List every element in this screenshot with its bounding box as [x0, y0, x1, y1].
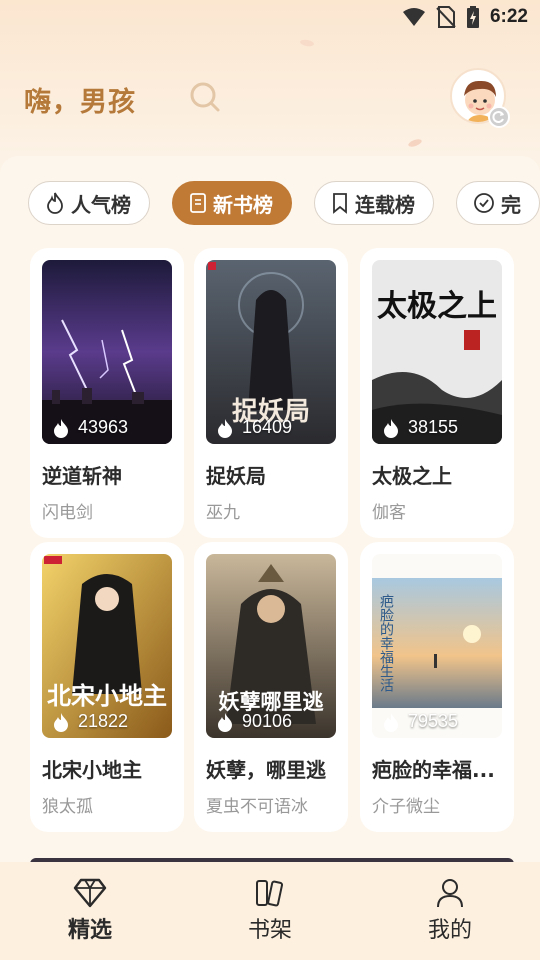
book-title: 北宋小地主	[42, 758, 142, 782]
book-title: 疤脸的幸福...	[372, 758, 495, 782]
book-cover: 捉妖局 16409	[206, 260, 336, 444]
heat-count: 90106	[216, 711, 292, 732]
tab-serializing[interactable]: 连载榜	[314, 181, 434, 225]
content-panel: 人气榜 新书榜 连载榜 完 43963 逆道斩神 闪电剑 捉妖局 16409 捉…	[0, 156, 540, 864]
heat-value: 16409	[242, 417, 293, 437]
no-sim-icon	[436, 6, 456, 28]
flame-icon	[384, 712, 398, 732]
book-author: 夏虫不可语冰	[206, 797, 308, 817]
tab-completed[interactable]: 完	[456, 181, 540, 225]
person-icon	[437, 879, 463, 908]
bookmark-icon	[333, 193, 347, 214]
search-icon	[190, 82, 220, 112]
heat-count: 16409	[216, 417, 292, 438]
book-author: 介子微尘	[372, 797, 440, 817]
nav-bookshelf[interactable]: 书架	[180, 862, 360, 960]
ranking-tabs: 人气榜 新书榜 连载榜 完	[28, 181, 540, 225]
greeting-title: 嗨，男孩	[24, 87, 136, 118]
book-author: 伽客	[372, 503, 406, 523]
book-card[interactable]: 疤脸的幸福生活 79535 疤脸的幸福... 介子微尘	[360, 542, 514, 832]
book-title: 太极之上	[372, 464, 452, 488]
book-title: 逆道斩神	[42, 464, 122, 488]
nav-label: 精选	[67, 918, 112, 943]
book-card[interactable]: 太极之上 38155 太极之上 伽客	[360, 248, 514, 538]
book-card[interactable]: 捉妖局 16409 捉妖局 巫九	[194, 248, 348, 538]
tab-label: 连载榜	[355, 192, 415, 217]
search-button[interactable]	[188, 80, 224, 116]
book-cover: 北宋小地主 21822	[42, 554, 172, 738]
book-title: 妖孽，哪里逃	[206, 758, 326, 782]
heat-value: 21822	[78, 711, 129, 731]
book-author: 狼太孤	[42, 797, 93, 817]
flame-icon	[218, 418, 232, 438]
cover-title: 疤脸的幸福生活	[378, 594, 394, 692]
cover-title: 北宋小地主	[47, 681, 167, 710]
book-card[interactable]: 妖孽哪里逃 90106 妖孽，哪里逃 夏虫不可语冰	[194, 542, 348, 832]
book-cover: 妖孽哪里逃 90106	[206, 554, 336, 738]
book-card[interactable]: 43963 逆道斩神 闪电剑	[30, 248, 184, 538]
heat-value: 38155	[408, 417, 459, 437]
status-bar: 6:22	[0, 0, 540, 36]
book-title: 捉妖局	[206, 464, 266, 488]
heat-value: 90106	[242, 711, 293, 731]
heat-value: 79535	[408, 711, 459, 731]
nav-label: 我的	[427, 918, 472, 943]
nav-profile[interactable]: 我的	[360, 862, 540, 960]
bookshelf-icon	[256, 880, 284, 907]
cover-title: 太极之上	[377, 289, 497, 324]
switch-account-badge[interactable]	[488, 106, 510, 128]
book-icon	[190, 193, 206, 213]
wifi-icon	[402, 8, 425, 26]
nav-featured[interactable]: 精选	[0, 862, 180, 960]
flame-icon	[218, 712, 232, 732]
heat-count: 21822	[52, 711, 128, 732]
book-card[interactable]: 北宋小地主 21822 北宋小地主 狼太孤	[30, 542, 184, 832]
tab-new-books[interactable]: 新书榜	[172, 181, 292, 225]
tab-label: 完	[501, 192, 521, 217]
heat-count: 38155	[382, 417, 458, 438]
avatar-button[interactable]	[450, 68, 510, 128]
flame-icon	[47, 192, 63, 214]
book-cover: 太极之上 38155	[372, 260, 502, 444]
refresh-icon	[492, 111, 504, 123]
flame-icon	[384, 418, 398, 438]
battery-charging-icon	[466, 6, 479, 28]
status-time: 6:22	[489, 6, 528, 27]
heat-count: 43963	[52, 417, 128, 438]
tab-popular[interactable]: 人气榜	[28, 181, 150, 225]
tab-label: 人气榜	[71, 192, 131, 217]
flame-icon	[54, 712, 68, 732]
book-author: 巫九	[206, 503, 240, 523]
heat-count: 79535	[382, 711, 458, 732]
flame-icon	[54, 418, 68, 438]
book-author: 闪电剑	[42, 503, 93, 523]
book-cover: 疤脸的幸福生活 79535	[372, 554, 502, 738]
heat-value: 43963	[78, 417, 129, 437]
book-cover: 43963	[42, 260, 172, 444]
nav-label: 书架	[247, 918, 292, 943]
diamond-icon	[73, 878, 107, 908]
bottom-navigation: 精选 书架 我的	[0, 862, 540, 960]
check-circle-icon	[474, 193, 494, 213]
tab-label: 新书榜	[213, 192, 273, 217]
